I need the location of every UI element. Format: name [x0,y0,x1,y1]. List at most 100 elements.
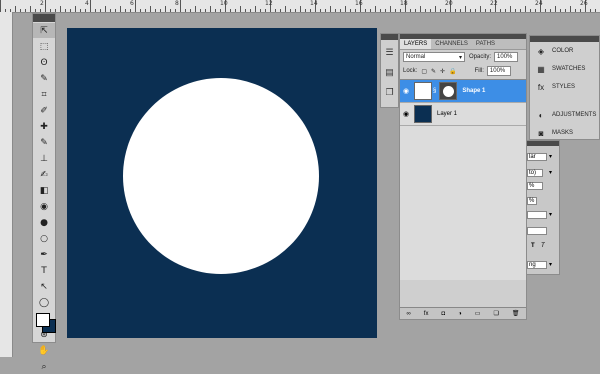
ruler-tick [190,9,191,12]
clone-stamp-icon[interactable]: ⊥ [33,151,55,166]
history-icon[interactable]: ☰ [381,44,398,60]
history-brush-icon[interactable]: ✍ [33,167,55,182]
ruler-tick [230,9,231,12]
tracking-input[interactable]: % [527,182,543,190]
ruler-tick [150,6,151,12]
ruler-tick [375,6,376,12]
ruler-tick [195,6,196,12]
ruler-tick [105,6,106,12]
ruler-tick [125,9,126,12]
paint-bucket-icon[interactable]: ◉ [33,199,55,214]
antialias-select[interactable]: ng [527,261,547,269]
ruler-number: 22 [490,0,498,7]
character-panel-partial: lar ▾ to) ▾ % % ▾ T T ng ▾ [527,140,560,275]
fill-input[interactable]: 100% [486,66,511,76]
marquee-tool-icon[interactable]: ⬚ [33,39,55,54]
new-group-icon[interactable]: ▭ [475,310,481,317]
layer-row-shape-1[interactable]: ◉ § Shape 1 [400,80,526,103]
actions-icon[interactable]: ▤ [381,64,398,80]
ruler-number: 14 [310,0,318,7]
ruler-tick [250,9,251,12]
panel-styles[interactable]: fx STYLES [530,78,599,96]
ruler-tick [200,9,201,12]
ruler-tick [435,6,436,12]
eraser-tool-icon[interactable]: ◧ [33,183,55,198]
foreground-color-swatch[interactable] [36,313,50,327]
panel-swatches[interactable]: ▦ SWATCHES [530,60,599,78]
layer-name: Shape 1 [462,88,486,94]
brush-tool-icon[interactable]: ✎ [33,135,55,150]
quick-select-tool-icon[interactable]: ✎ [33,71,55,86]
circle-shape[interactable] [123,78,319,274]
character-panel-grip[interactable] [527,141,559,146]
link-layers-icon[interactable]: ∞ [407,311,411,317]
panel-adjustments[interactable]: ◐ ADJUSTMENTS [530,106,599,124]
lock-position-icon[interactable]: ✛ [440,68,445,75]
adjustment-layer-icon[interactable]: ◑ [458,311,462,317]
vector-mask-thumbnail [439,82,458,100]
ruler-tick [90,0,91,12]
move-tool-icon[interactable]: ⇱ [33,23,55,38]
blend-mode-value: Normal [406,54,426,60]
type-tool-icon[interactable]: T [33,263,55,278]
ruler-tick [515,9,516,12]
eye-icon[interactable]: ◉ [400,110,412,118]
ruler-tick [275,9,276,12]
lock-transparency-icon[interactable]: ▢ [421,68,427,75]
document-canvas[interactable] [67,28,377,338]
ruler-tick [75,6,76,12]
lasso-tool-icon[interactable]: ʘ [33,55,55,70]
blur-tool-icon[interactable]: ● [33,215,55,230]
faux-bold-icon[interactable]: T [531,243,535,249]
dodge-tool-icon[interactable]: ○ [33,231,55,246]
faux-italic-icon[interactable]: T [541,243,545,249]
baseline-input[interactable] [527,211,547,219]
panel-dock-grip[interactable] [381,34,398,40]
panel-color[interactable]: ◈ COLOR [530,42,599,60]
eye-icon[interactable]: ◉ [400,87,412,95]
lock-pixels-icon[interactable]: ✎ [431,68,436,75]
ruler-tick [130,9,131,12]
layer-style-icon[interactable]: fx [424,311,429,317]
color-field[interactable] [527,227,547,235]
opacity-input[interactable]: 100% [494,52,519,62]
zoom-tool-icon[interactable]: ⌕ [33,359,55,374]
path-select-icon[interactable]: ↖ [33,279,55,294]
ruler-tick [490,9,491,12]
pen-tool-icon[interactable]: ✒ [33,247,55,262]
color-icon: ◈ [537,46,545,56]
add-mask-icon[interactable]: ◘ [441,311,445,317]
tab-channels[interactable]: CHANNELS [431,39,472,49]
chevron-down-icon: ▾ [549,154,553,160]
eyedropper-tool-icon[interactable]: ✐ [33,103,55,118]
ruler-tick [310,9,311,12]
tab-paths[interactable]: PATHS [472,39,499,49]
ruler-tick [95,9,96,12]
tools-panel-grip[interactable] [33,14,55,22]
panel-swatches-label: SWATCHES [552,66,586,72]
chevron-down-icon: ▾ [549,170,553,176]
hand-tool-icon[interactable]: ✋ [33,343,55,358]
tab-layers[interactable]: LAYERS [400,39,432,49]
clone-source-icon[interactable]: ❐ [381,84,398,100]
trash-icon[interactable]: 🗑 [512,310,520,317]
layer-row-layer-1[interactable]: ◉ Layer 1 [400,103,526,126]
blend-mode-select[interactable]: Normal ▾ [403,52,465,62]
leading-select[interactable]: to) [527,169,543,177]
layer-name: Layer 1 [437,111,458,117]
healing-brush-icon[interactable]: ✚ [33,119,55,134]
crop-tool-icon[interactable]: ⌗ [33,87,55,102]
fill-label: Fill: [474,68,484,74]
font-style-select[interactable]: lar [527,153,547,161]
ruler-tick [485,9,486,12]
ruler-number: 8 [175,0,179,7]
ruler-tick [220,9,221,12]
lock-all-icon[interactable]: 🔒 [449,68,456,75]
scale-input[interactable]: % [527,197,537,205]
new-layer-icon[interactable]: ❏ [493,310,498,317]
ruler-tick [80,9,81,12]
ruler-tick [55,9,56,12]
ruler-tick [185,9,186,12]
ruler-tick [440,9,441,12]
shape-tool-icon[interactable]: ◯ [33,295,55,310]
